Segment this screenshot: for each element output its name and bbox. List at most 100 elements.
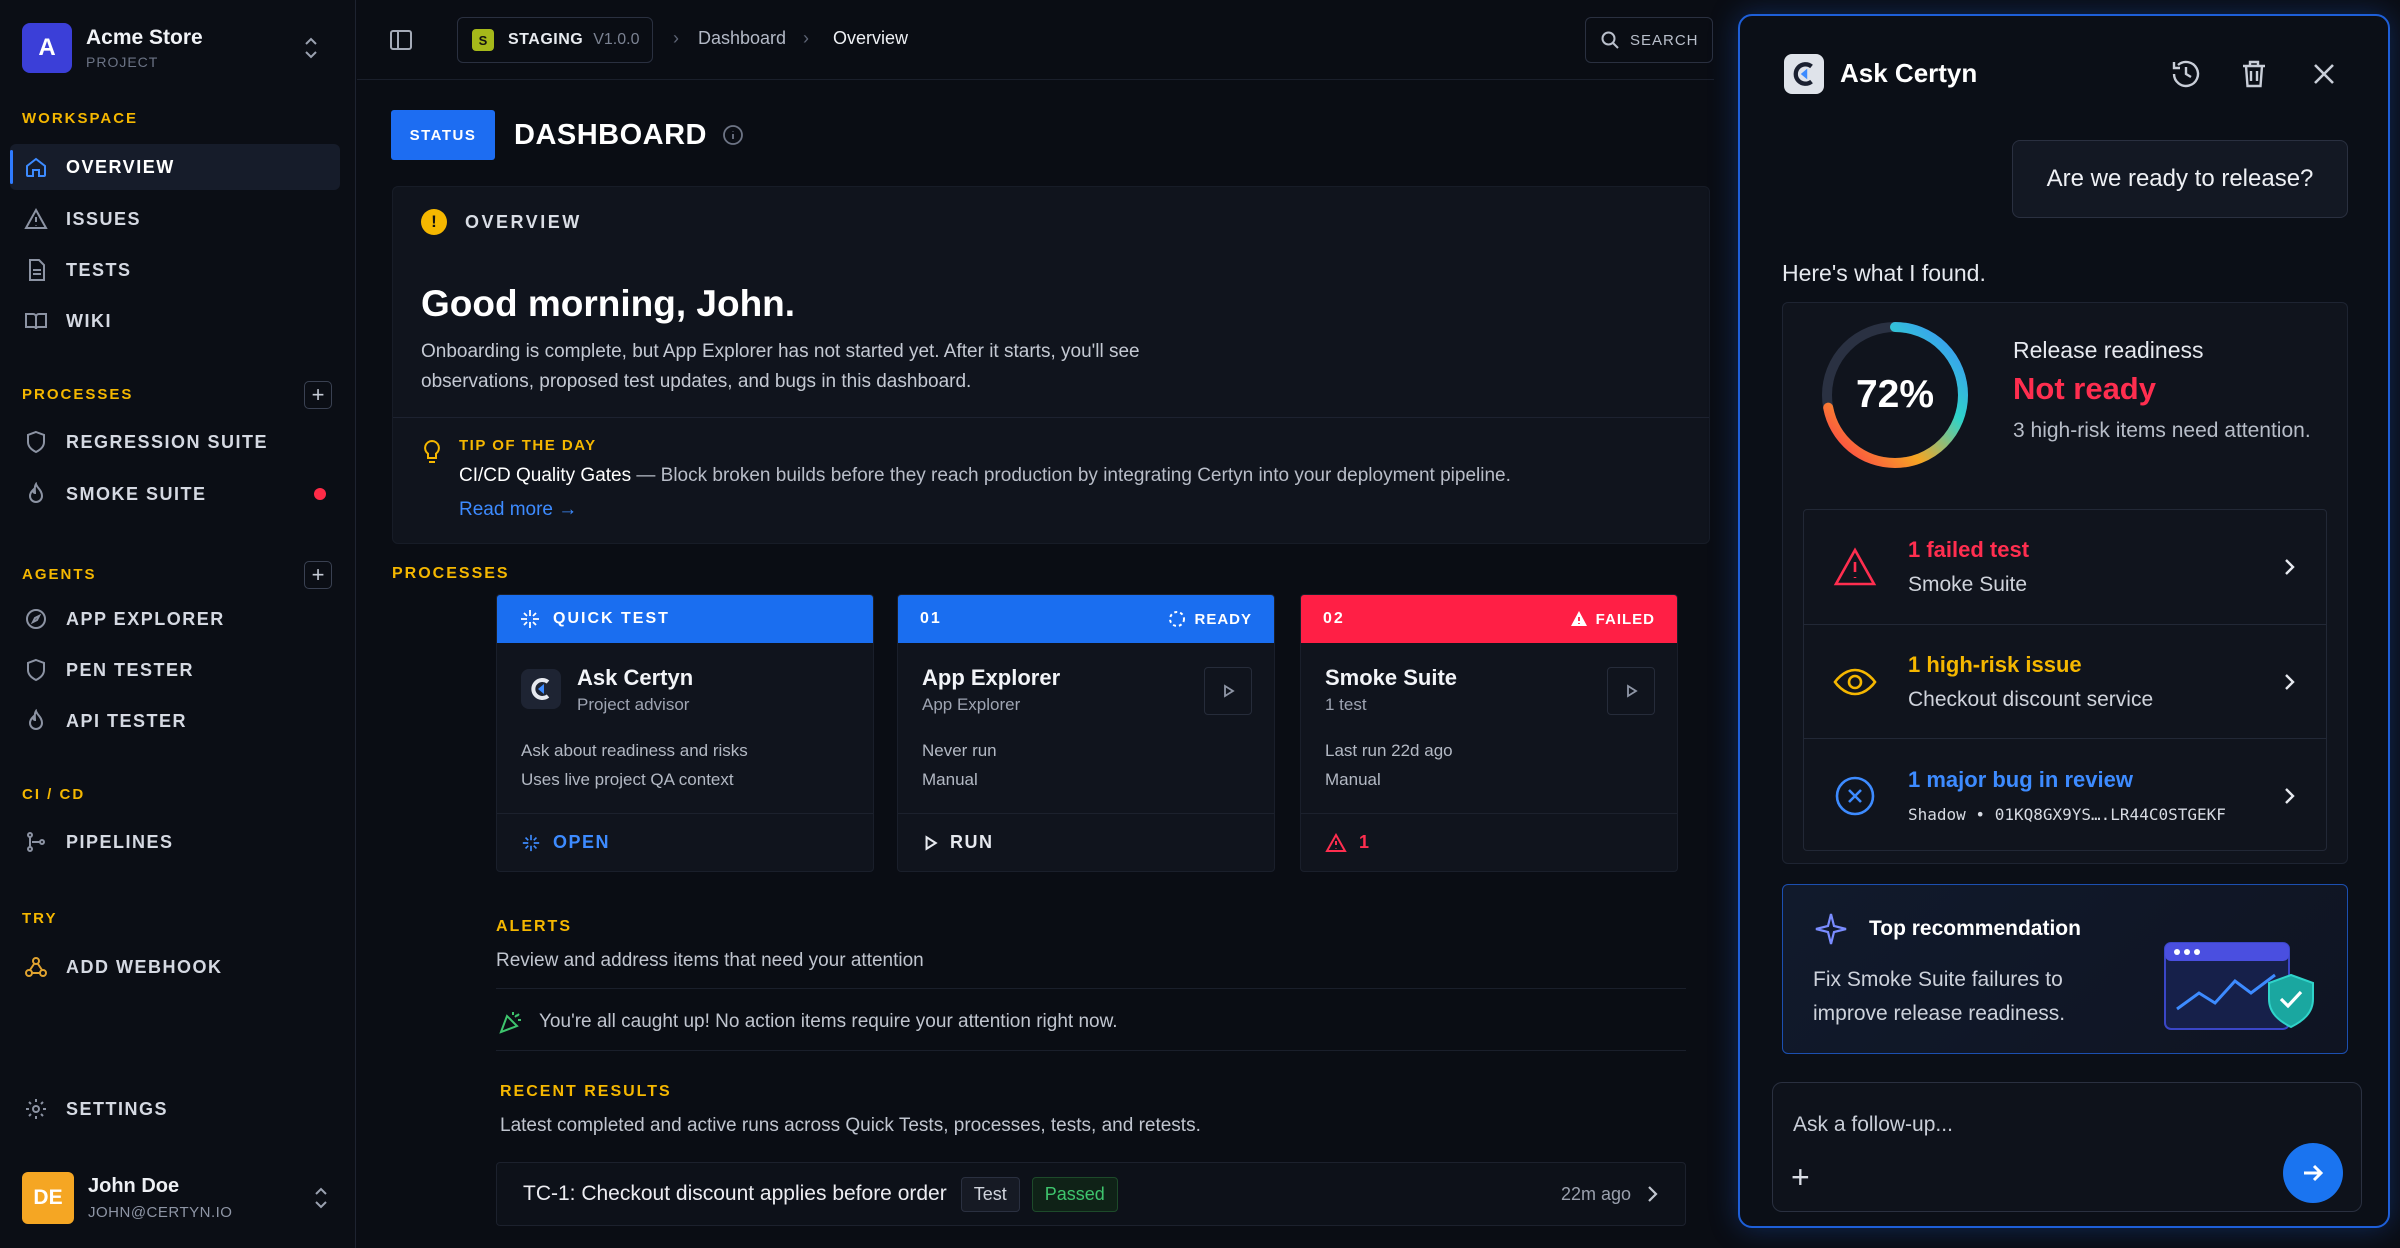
attach-button[interactable]: + [1791, 1161, 1821, 1193]
sidebar-item-wiki[interactable]: WIKI [10, 298, 340, 344]
warning-triangle-icon [1325, 832, 1347, 852]
loading-spinner-icon [1169, 611, 1186, 627]
read-more-link[interactable]: Read more → [459, 499, 577, 521]
sidebar-item-label: APP EXPLORER [66, 608, 225, 629]
sidebar-item-label: OVERVIEW [66, 156, 175, 177]
overview-description: Onboarding is complete, but App Explorer… [421, 341, 1140, 392]
processes-section-label: PROCESSES [22, 386, 134, 403]
card-header-label: 02 [1323, 610, 1345, 627]
add-agent-button[interactable]: + [304, 561, 332, 589]
sidebar-item-pen-tester[interactable]: PEN TESTER [10, 647, 340, 693]
user-email: JOHN@CERTYN.IO [88, 1204, 233, 1221]
sidebar-item-app-explorer[interactable]: APP EXPLORER [10, 596, 340, 642]
environment-name: STAGING [508, 31, 584, 48]
sidebar-item-issues[interactable]: ISSUES [10, 196, 340, 242]
greeting: Good morning, John. [421, 283, 796, 324]
card-line: Ask about readiness and risks [521, 741, 748, 760]
tip-title: CI/CD Quality Gates [459, 465, 632, 486]
readiness-note: 3 high-risk items need attention. [2013, 419, 2311, 442]
card-subtitle: App Explorer [922, 695, 1021, 714]
card-status: FAILED [1595, 610, 1655, 628]
open-button[interactable]: OPEN [497, 813, 873, 871]
search-button[interactable]: SEARCH [1585, 17, 1713, 63]
failure-count[interactable]: 1 [1301, 813, 1677, 871]
issue-high-risk[interactable]: 1 high-risk issue Checkout discount serv… [1804, 624, 2326, 738]
sidebar-item-label: TESTS [66, 259, 132, 280]
sidebar-item-add-webhook[interactable]: ADD WEBHOOK [10, 944, 340, 990]
close-icon[interactable] [2306, 56, 2342, 92]
chevron-right-icon [2285, 787, 2295, 804]
breadcrumb-dashboard[interactable]: Dashboard [698, 28, 786, 49]
assistant-reply: Here's what I found. [1782, 260, 1986, 286]
webhook-icon [25, 957, 47, 977]
tip-label: TIP OF THE DAY [459, 437, 597, 454]
recommendation-body: Fix Smoke Suite failures to improve rele… [1813, 968, 2066, 1025]
followup-input[interactable] [1793, 1113, 2333, 1137]
info-icon[interactable] [722, 124, 744, 146]
project-avatar: A [22, 23, 72, 73]
environment-version: V1.0.0 [593, 31, 640, 48]
sidebar-item-regression-suite[interactable]: REGRESSION SUITE [10, 419, 340, 465]
run-button[interactable] [1204, 667, 1252, 715]
sparkle-icon [521, 610, 539, 628]
play-icon [1627, 684, 1638, 698]
card-line: Manual [1325, 770, 1381, 789]
environment-badge: S [472, 29, 494, 51]
sidebar-item-api-tester[interactable]: API TESTER [10, 698, 340, 744]
sidebar-item-pipelines[interactable]: PIPELINES [10, 819, 340, 865]
recent-results-description: Latest completed and active runs across … [500, 1115, 1201, 1136]
certyn-logo-icon [521, 669, 561, 709]
sidebar-item-overview[interactable]: OVERVIEW [10, 144, 340, 190]
search-label: SEARCH [1630, 31, 1699, 49]
user-menu[interactable]: DE John Doe JOHN@CERTYN.IO [22, 1170, 332, 1226]
sidebar-item-tests[interactable]: TESTS [10, 247, 340, 293]
chevron-right-icon [1648, 1186, 1658, 1202]
process-card-app-explorer[interactable]: 01 READY App Explorer App Explorer Never… [897, 594, 1275, 872]
issue-major-bug[interactable]: 1 major bug in review Shadow • 01KQ8GX9Y… [1804, 738, 2326, 852]
issue-title: 1 high-risk issue [1908, 651, 2082, 677]
card-footer-label: OPEN [553, 832, 611, 852]
run-button[interactable] [1607, 667, 1655, 715]
card-footer-label: 1 [1359, 832, 1371, 852]
card-line: Last run 22d ago [1325, 741, 1453, 760]
document-icon [29, 259, 45, 281]
trash-icon[interactable] [2236, 56, 2272, 92]
tip-body: — Block broken builds before they reach … [631, 465, 1511, 486]
card-line: Never run [922, 741, 997, 760]
card-subtitle: Project advisor [577, 695, 690, 714]
card-title: App Explorer [922, 665, 1061, 690]
issue-subtitle: Checkout discount service [1908, 687, 2154, 711]
overview-card: ! OVERVIEW Good morning, John. Onboardin… [392, 186, 1710, 544]
card-line: Manual [922, 770, 978, 789]
process-card-quick-test[interactable]: QUICK TEST Ask Certyn Project advisor As… [496, 594, 874, 872]
chevron-updown-icon [315, 1187, 327, 1209]
run-button[interactable]: RUN [898, 813, 1274, 871]
sidebar-item-smoke-suite[interactable]: SMOKE SUITE [10, 471, 340, 517]
card-header-label: QUICK TEST [553, 610, 670, 627]
history-icon[interactable] [2168, 56, 2204, 92]
top-recommendation-card[interactable]: Top recommendation Fix Smoke Suite failu… [1782, 884, 2348, 1054]
sidebar-item-settings[interactable]: SETTINGS [10, 1086, 340, 1132]
status-tab[interactable]: STATUS [391, 110, 495, 160]
status-badge: Passed [1031, 1176, 1118, 1212]
chevron-right-icon [2285, 673, 2295, 690]
agents-section-label: AGENTS [22, 566, 97, 583]
card-header-label: 01 [920, 610, 942, 627]
process-card-smoke-suite[interactable]: 02 FAILED Smoke Suite 1 test Last run 22… [1300, 594, 1678, 872]
book-icon [25, 313, 47, 330]
environment-selector[interactable]: S STAGING V1.0.0 [457, 17, 653, 63]
readiness-label: Release readiness [2013, 337, 2204, 363]
project-switcher[interactable]: A Acme Store PROJECT [22, 22, 322, 74]
sidebar-toggle-icon[interactable] [387, 26, 415, 54]
card-status: READY [1194, 610, 1252, 628]
issue-failed-test[interactable]: 1 failed test Smoke Suite [1804, 510, 2326, 624]
send-button[interactable] [2283, 1143, 2343, 1203]
user-name: John Doe [88, 1175, 180, 1197]
cicd-section-label: CI / CD [22, 786, 86, 803]
flame-icon [28, 709, 44, 730]
sidebar-item-label: PEN TESTER [66, 659, 195, 680]
add-process-button[interactable]: + [304, 381, 332, 409]
table-row[interactable]: TC-1: Checkout discount applies before o… [496, 1162, 1686, 1226]
card-title: Smoke Suite [1325, 665, 1458, 690]
issue-title: 1 failed test [1908, 537, 2030, 562]
